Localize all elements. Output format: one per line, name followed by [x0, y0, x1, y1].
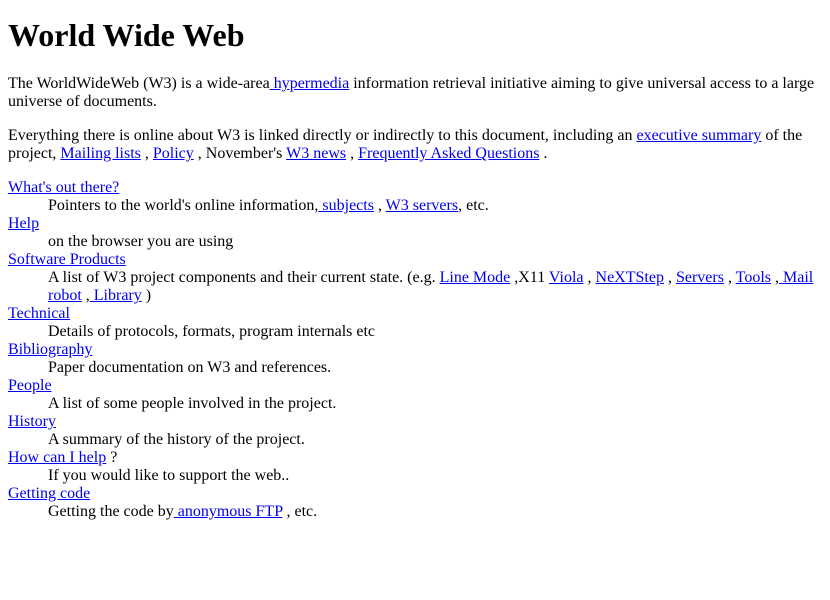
- page-title: World Wide Web: [8, 17, 245, 53]
- list-item-term: How can I help ?: [8, 449, 822, 467]
- summary-text: Everything there is online about W3 is l…: [8, 127, 637, 144]
- software-products-link[interactable]: Software Products: [8, 251, 126, 268]
- executive-summary-link[interactable]: executive summary: [636, 127, 761, 144]
- subjects-link[interactable]: subjects: [318, 197, 374, 214]
- page: World Wide Web The WorldWideWeb (W3) is …: [0, 0, 830, 529]
- list-item-description: Paper documentation on W3 and references…: [48, 359, 332, 376]
- intro-text: The WorldWideWeb (W3) is a wide-area: [8, 75, 270, 92]
- policy-link[interactable]: Policy: [153, 145, 194, 162]
- list-item-description: on the browser you are using: [48, 233, 234, 250]
- list-item-term: People: [8, 377, 822, 395]
- separator: ,: [723, 269, 736, 286]
- line-mode-link[interactable]: Line Mode: [440, 269, 511, 286]
- list-item-description: Details of protocols, formats, program i…: [48, 323, 376, 340]
- list-item-description: If you would like to support the web..: [48, 467, 290, 484]
- separator: ,: [583, 269, 596, 286]
- description-text: ): [141, 287, 152, 304]
- separator: ,: [140, 145, 153, 162]
- viola-link[interactable]: Viola: [549, 269, 584, 286]
- w3-servers-link[interactable]: W3 servers: [386, 197, 458, 214]
- list-item-term: Help: [8, 215, 822, 233]
- list-item-term: Getting code: [8, 485, 822, 503]
- list-item-term: What's out there?: [8, 179, 822, 197]
- summary-text: .: [539, 145, 548, 162]
- people-link[interactable]: People: [8, 377, 52, 394]
- history-link[interactable]: History: [8, 413, 56, 430]
- summary-text: , November's: [193, 145, 287, 162]
- description-text: A list of W3 project components and thei…: [48, 269, 440, 286]
- intro-paragraph: The WorldWideWeb (W3) is a wide-area hyp…: [8, 75, 822, 111]
- separator: ,: [663, 269, 676, 286]
- separator: ,: [346, 145, 359, 162]
- list-item-term: Technical: [8, 305, 822, 323]
- list-item-description: A list of W3 project components and thei…: [48, 269, 822, 305]
- hypermedia-link[interactable]: hypermedia: [270, 75, 350, 92]
- list-item-description: Pointers to the world's online informati…: [48, 197, 822, 215]
- list-item-description: A list of some people involved in the pr…: [48, 395, 337, 412]
- description-text: , etc.: [458, 197, 489, 214]
- separator: ,X11: [510, 269, 549, 286]
- w3-news-link[interactable]: W3 news: [286, 145, 346, 162]
- library-link[interactable]: Library: [90, 287, 142, 304]
- nextstep-link[interactable]: NeXTStep: [596, 269, 664, 286]
- separator: ,: [373, 197, 386, 214]
- how-can-i-help-link[interactable]: How can I help: [8, 449, 106, 466]
- separator: ,: [81, 287, 90, 304]
- separator: ,: [770, 269, 779, 286]
- term-suffix: ?: [106, 449, 118, 466]
- technical-link[interactable]: Technical: [8, 305, 70, 322]
- help-link[interactable]: Help: [8, 215, 39, 232]
- servers-link[interactable]: Servers: [676, 269, 724, 286]
- description-text: Getting the code by: [48, 503, 174, 520]
- mailing-lists-link[interactable]: Mailing lists: [60, 145, 140, 162]
- whats-out-there-link[interactable]: What's out there?: [8, 179, 119, 196]
- description-text: , etc.: [282, 503, 318, 520]
- description-text: Pointers to the world's online informati…: [48, 197, 319, 214]
- list-item-term: Software Products: [8, 251, 822, 269]
- bibliography-link[interactable]: Bibliography: [8, 341, 92, 358]
- list-item-description: A summary of the history of the project.: [48, 431, 305, 448]
- summary-paragraph: Everything there is online about W3 is l…: [8, 127, 822, 163]
- anonymous-ftp-link[interactable]: anonymous FTP: [174, 503, 283, 520]
- getting-code-link[interactable]: Getting code: [8, 485, 90, 502]
- list-item-term: Bibliography: [8, 341, 822, 359]
- list-item-description: Getting the code by anonymous FTP , etc.: [48, 503, 822, 521]
- list-item-term: History: [8, 413, 822, 431]
- topic-list: What's out there? Pointers to the world'…: [8, 179, 822, 521]
- tools-link[interactable]: Tools: [736, 269, 771, 286]
- faq-link[interactable]: Frequently Asked Questions: [358, 145, 539, 162]
